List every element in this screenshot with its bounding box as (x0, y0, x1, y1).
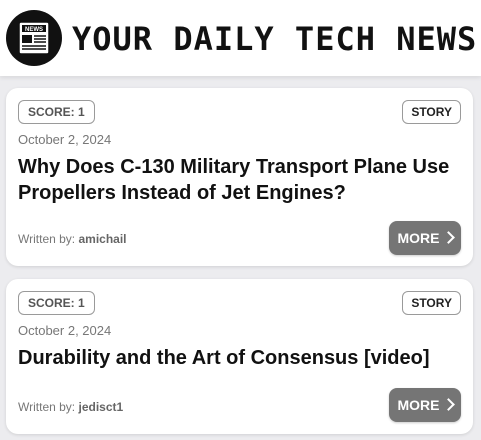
site-title[interactable]: YOUR DAILY TECH NEWS (72, 19, 477, 59)
more-button[interactable]: MORE (389, 221, 461, 255)
chevron-right-icon (441, 231, 455, 244)
logo-text: NEWS (25, 27, 43, 33)
newspaper-icon[interactable]: NEWS (6, 10, 62, 66)
chevron-right-icon (441, 398, 455, 411)
type-badge: STORY (402, 291, 461, 315)
post-date: October 2, 2024 (18, 323, 112, 338)
more-button[interactable]: MORE (389, 388, 461, 422)
post-date: October 2, 2024 (18, 132, 112, 147)
site-header: NEWS YOUR DAILY TECH NEWS (0, 0, 481, 76)
headline[interactable]: Why Does C-130 Military Transport Plane … (18, 154, 463, 206)
score-badge: SCORE: 1 (18, 291, 95, 315)
headline[interactable]: Durability and the Art of Consensus [vid… (18, 345, 463, 371)
author-row: Written by: jedisct1 (18, 400, 123, 414)
author-label: Written by: (18, 232, 76, 246)
author-name: amichail (78, 232, 127, 246)
news-card: SCORE: 1 STORY October 2, 2024 Why Does … (6, 88, 473, 266)
author-name: jedisct1 (78, 400, 124, 414)
more-label: MORE (397, 397, 440, 413)
author-row: Written by: amichail (18, 232, 127, 246)
author-label: Written by: (18, 400, 76, 414)
score-badge: SCORE: 1 (18, 100, 95, 124)
news-card: SCORE: 1 STORY October 2, 2024 Durabilit… (6, 279, 473, 434)
more-label: MORE (397, 230, 440, 246)
type-badge: STORY (402, 100, 461, 124)
